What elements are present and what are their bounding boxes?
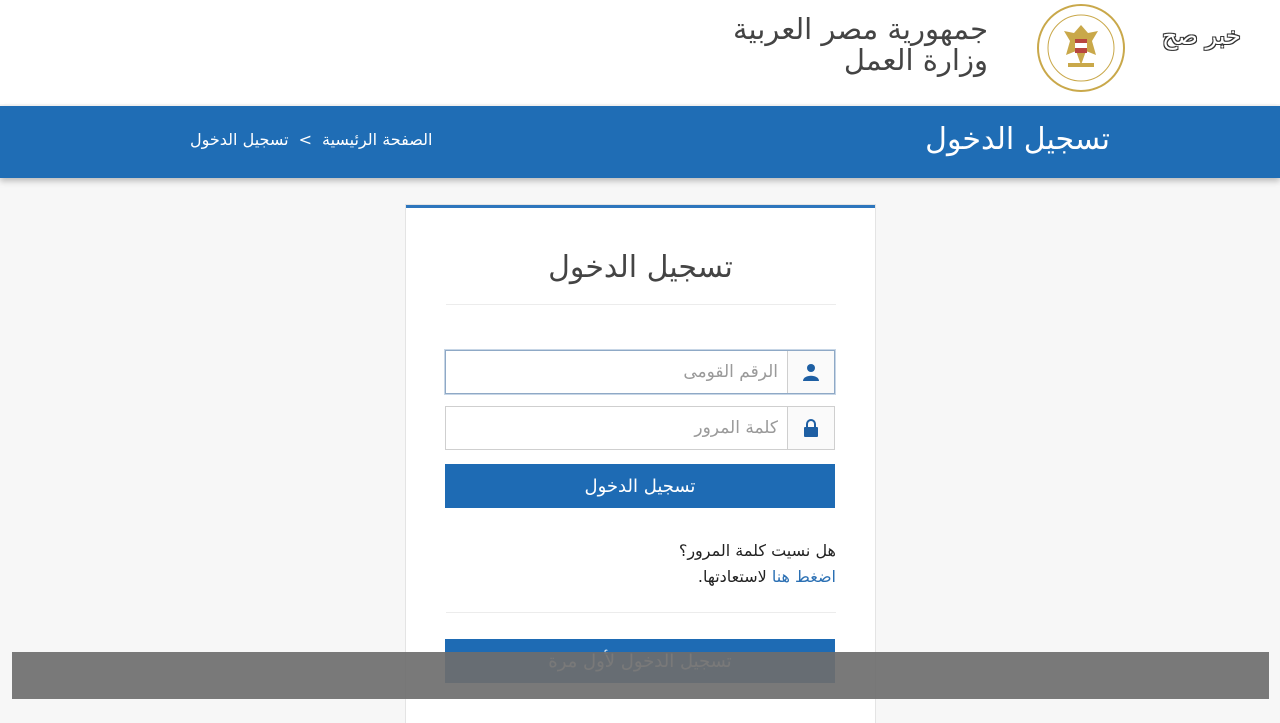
breadcrumb: الصفحة الرئيسية > تسجيل الدخول: [190, 130, 432, 149]
government-title: جمهورية مصر العربية وزارة العمل: [733, 14, 988, 76]
breadcrumb-home-link[interactable]: الصفحة الرئيسية: [322, 130, 432, 149]
breadcrumb-current: تسجيل الدخول: [190, 130, 289, 149]
watermark-text: خبر صح: [1162, 22, 1241, 50]
national-id-input[interactable]: [446, 351, 788, 393]
title-divider: [446, 304, 836, 305]
forgot-password-question: هل نسيت كلمة المرور؟: [678, 541, 836, 560]
ministry-name: وزارة العمل: [843, 43, 988, 77]
page-banner: تسجيل الدخول الصفحة الرئيسية > تسجيل الد…: [0, 106, 1280, 178]
lock-icon: [787, 407, 834, 449]
login-title: تسجيل الدخول: [548, 250, 733, 285]
recover-password-link[interactable]: اضغط هنا: [772, 567, 836, 586]
country-name: جمهورية مصر العربية: [732, 12, 988, 46]
login-button[interactable]: تسجيل الدخول: [445, 464, 835, 508]
password-field[interactable]: [445, 406, 835, 450]
user-icon: [787, 351, 834, 393]
national-id-field[interactable]: [445, 350, 835, 394]
top-header: خبر صح جمهورية مصر العربية وزارة العمل: [0, 0, 1280, 104]
login-card: تسجيل الدخول تسجيل الدخول هل نسيت كلمة ا…: [406, 205, 875, 723]
breadcrumb-separator: >: [298, 130, 312, 149]
section-divider: [446, 612, 836, 613]
password-input[interactable]: [446, 407, 788, 449]
video-caption-overlay: [12, 652, 1269, 699]
page-title: تسجيل الدخول: [925, 122, 1110, 157]
recover-password-suffix: لاستعادتها.: [697, 567, 767, 586]
forgot-password-block: هل نسيت كلمة المرور؟ اضغط هنا لاستعادتها…: [679, 538, 836, 590]
ministry-seal-icon: [1032, 3, 1130, 93]
